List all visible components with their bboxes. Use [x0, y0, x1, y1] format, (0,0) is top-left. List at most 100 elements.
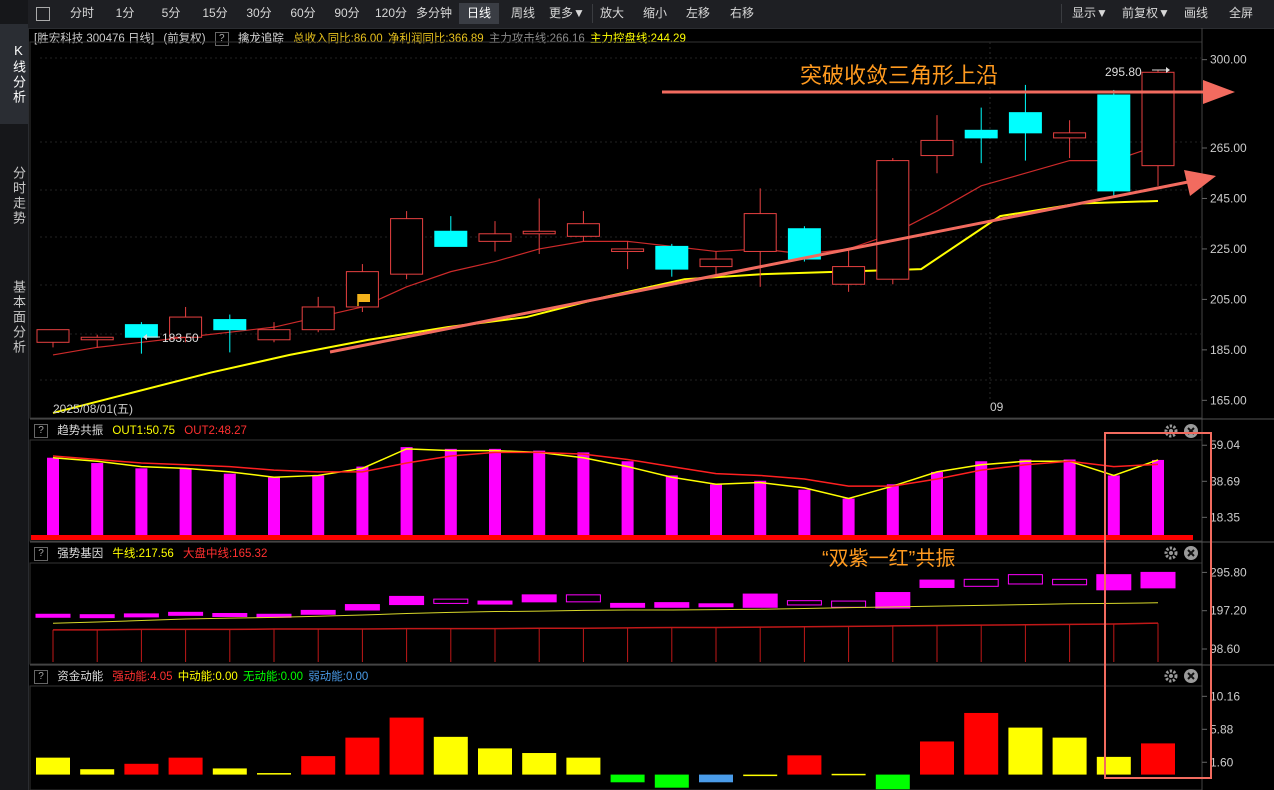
- candle-body: [920, 139, 954, 157]
- trend-bar: [665, 475, 678, 536]
- period-tab-60min[interactable]: 60分: [284, 3, 322, 24]
- candle-body: [36, 329, 70, 343]
- adjust-mode: (前复权): [163, 33, 206, 45]
- profit-yoy: 净利润同比:366.89: [387, 33, 484, 45]
- trend-bar: [356, 466, 369, 536]
- strong-candle: [654, 602, 690, 608]
- trend-bar: [886, 484, 899, 536]
- close-icon[interactable]: [1183, 545, 1199, 566]
- candle-body: [434, 230, 468, 247]
- market-line-value: 大盘中线:165.32: [182, 548, 268, 560]
- date-label-start: 2025/08/01(五): [53, 402, 134, 416]
- period-tab-15min[interactable]: 15分: [196, 3, 234, 24]
- sidebar-tab-timeshare[interactable]: 分时走势: [0, 146, 28, 246]
- sidebar-tab-kline[interactable]: K线分析: [0, 24, 28, 124]
- gear-icon[interactable]: [1163, 423, 1179, 444]
- high-marker-head: [1166, 67, 1170, 73]
- baseline-bar: [31, 535, 1193, 540]
- period-tab-weekly[interactable]: 周线: [504, 3, 542, 24]
- period-tab-daily[interactable]: 日线: [459, 3, 499, 24]
- fund-bar: [522, 753, 557, 775]
- trend-bar: [533, 450, 546, 536]
- market-line: [53, 622, 1159, 631]
- period-tab-90min[interactable]: 90分: [328, 3, 366, 24]
- trend-bar: [179, 468, 192, 536]
- trend-bar: [798, 489, 811, 536]
- fund-bar: [389, 717, 424, 775]
- fund-bar: [787, 755, 822, 775]
- period-tab-120min[interactable]: 120分: [371, 3, 411, 24]
- fund-axis-tick-label: 5.88: [1210, 722, 1234, 736]
- sidebar-tab-fundamental[interactable]: 基本面分析: [0, 262, 28, 372]
- breakout-arrow-head: [1203, 80, 1235, 104]
- highlight-box: [1104, 432, 1212, 779]
- strong-candle: [123, 613, 159, 618]
- candle-body: [655, 245, 689, 270]
- fund-bar: [654, 774, 689, 788]
- draw-line-button[interactable]: 画线: [1178, 3, 1214, 24]
- fund-bar: [1052, 737, 1087, 775]
- candle-body: [478, 233, 512, 242]
- price-axis-tick-label: 205.00: [1210, 292, 1247, 306]
- candle-body: [80, 336, 114, 341]
- trend-bar: [400, 447, 413, 536]
- trend-bar: [754, 480, 767, 536]
- help-icon[interactable]: ?: [34, 546, 48, 561]
- stock-title: [胜宏科技 300476 日线]: [34, 33, 155, 45]
- strong-candle: [433, 598, 469, 604]
- move-right-button[interactable]: 右移: [724, 3, 760, 24]
- help-icon[interactable]: ?: [34, 423, 48, 438]
- fund-bar: [699, 774, 733, 783]
- fund-bar: [478, 748, 512, 775]
- help-icon[interactable]: ?: [214, 31, 229, 46]
- gear-icon[interactable]: [1163, 668, 1179, 689]
- strong-axis-tick-label: 197.20: [1210, 604, 1247, 618]
- no-energy-value: 无动能:0.00: [242, 671, 304, 683]
- panel-frame: [29, 41, 1203, 419]
- fund-bar: [1096, 756, 1131, 775]
- fund-axis-tick-label: 1.60: [1210, 755, 1234, 769]
- gear-icon[interactable]: [1163, 545, 1179, 566]
- attack-line-value: 主力攻击线:266.16: [488, 33, 585, 45]
- fund-bar: [743, 774, 778, 777]
- attack-line: [52, 144, 1159, 356]
- trend-axis-tick-label: 38.69: [1210, 474, 1240, 488]
- trend-bar: [47, 457, 59, 536]
- zoom-in-button[interactable]: 放大: [594, 3, 630, 24]
- adjust-dropdown[interactable]: 前复权▼: [1118, 3, 1174, 24]
- strong-candle: [521, 594, 557, 603]
- more-periods-dropdown[interactable]: 更多▼: [545, 3, 589, 24]
- candle-body: [787, 228, 821, 260]
- period-tab-timeshare[interactable]: 分时: [62, 3, 102, 24]
- period-tab-5min[interactable]: 5分: [152, 3, 190, 24]
- low-marker-head: [143, 334, 147, 340]
- panel-name: 强势基因: [57, 548, 104, 560]
- candle-body: [257, 329, 291, 341]
- strong-axis-tick-label: 98.60: [1210, 642, 1240, 656]
- period-tab-1min[interactable]: 1分: [110, 3, 140, 24]
- close-icon[interactable]: [1183, 668, 1199, 689]
- checkbox-icon[interactable]: [34, 3, 52, 24]
- candle-body: [345, 271, 379, 308]
- display-dropdown[interactable]: 显示▼: [1066, 3, 1114, 24]
- trend-bar: [223, 473, 236, 536]
- candle-body: [743, 213, 777, 252]
- fund-bar: [168, 757, 203, 775]
- candle-body: [611, 248, 645, 252]
- out2-value: OUT2:48.27: [184, 425, 247, 437]
- sidebar: K线分析 分时走势 基本面分析: [0, 0, 29, 790]
- period-tab-multi-min[interactable]: 多分钟: [414, 3, 454, 24]
- help-icon[interactable]: ?: [34, 669, 48, 684]
- move-left-button[interactable]: 左移: [680, 3, 716, 24]
- period-tab-30min[interactable]: 30分: [240, 3, 278, 24]
- fullscreen-button[interactable]: 全屏: [1222, 3, 1260, 24]
- price-axis-tick-label: 245.00: [1210, 191, 1247, 205]
- close-icon[interactable]: [1183, 423, 1199, 444]
- zoom-out-button[interactable]: 缩小: [637, 3, 673, 24]
- date-label-month: 09: [990, 400, 1004, 414]
- trend-bar: [444, 448, 457, 536]
- strong-candle: [79, 614, 115, 619]
- weak-energy-value: 弱动能:0.00: [308, 671, 369, 683]
- strong-candle: [1007, 574, 1043, 585]
- fund-bar: [433, 736, 468, 775]
